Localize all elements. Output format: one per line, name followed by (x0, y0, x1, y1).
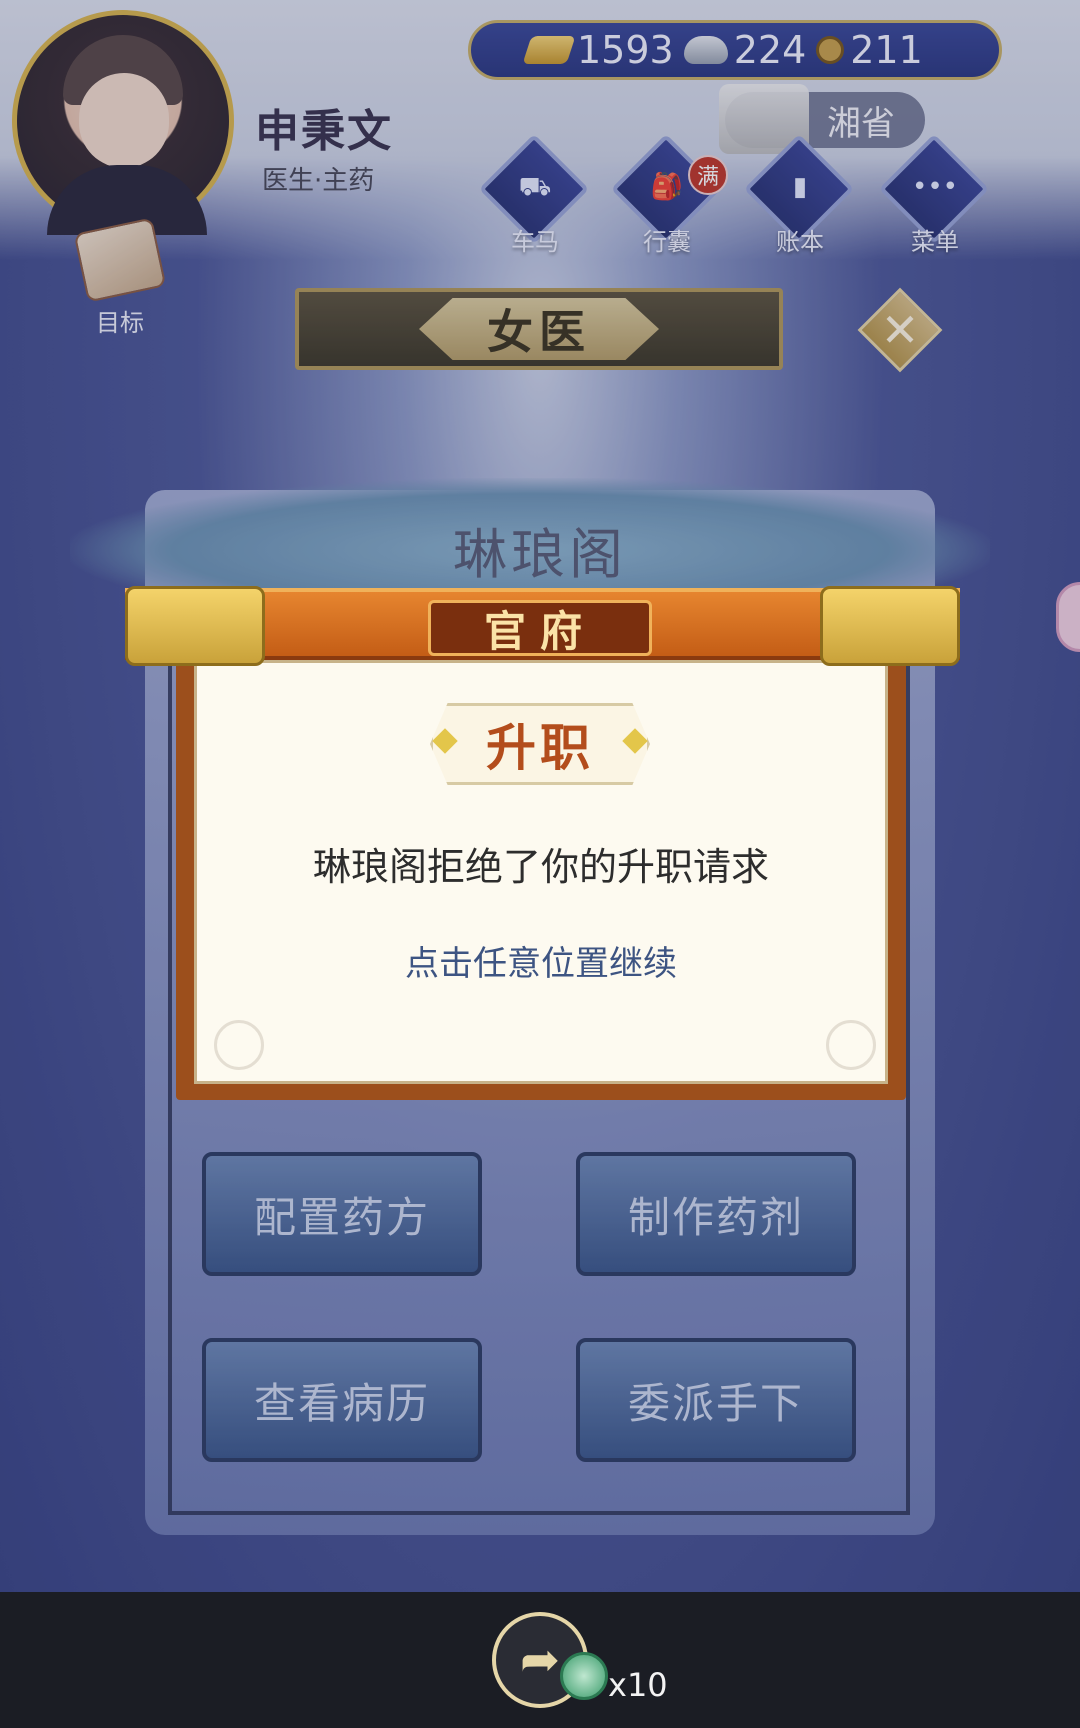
ribbon-left-ornament (125, 586, 265, 666)
share-icon: ➦ (519, 1632, 561, 1688)
dialog-message: 琳琅阁拒绝了你的升职请求 (312, 845, 769, 889)
ribbon-title: 官府 (483, 606, 596, 656)
ribbon-title-box: 官府 (428, 600, 652, 656)
ribbon-right-ornament (820, 586, 960, 666)
reward-count: x10 (608, 1666, 668, 1704)
dialog-heading: 升职 (486, 719, 594, 777)
dialog-hint: 点击任意位置继续 (405, 944, 677, 984)
jade-coin-icon (560, 1652, 608, 1700)
corner-ornament-left (214, 1020, 264, 1070)
corner-ornament-right (826, 1020, 876, 1070)
dialog-heading-box: 升职 (430, 703, 650, 785)
